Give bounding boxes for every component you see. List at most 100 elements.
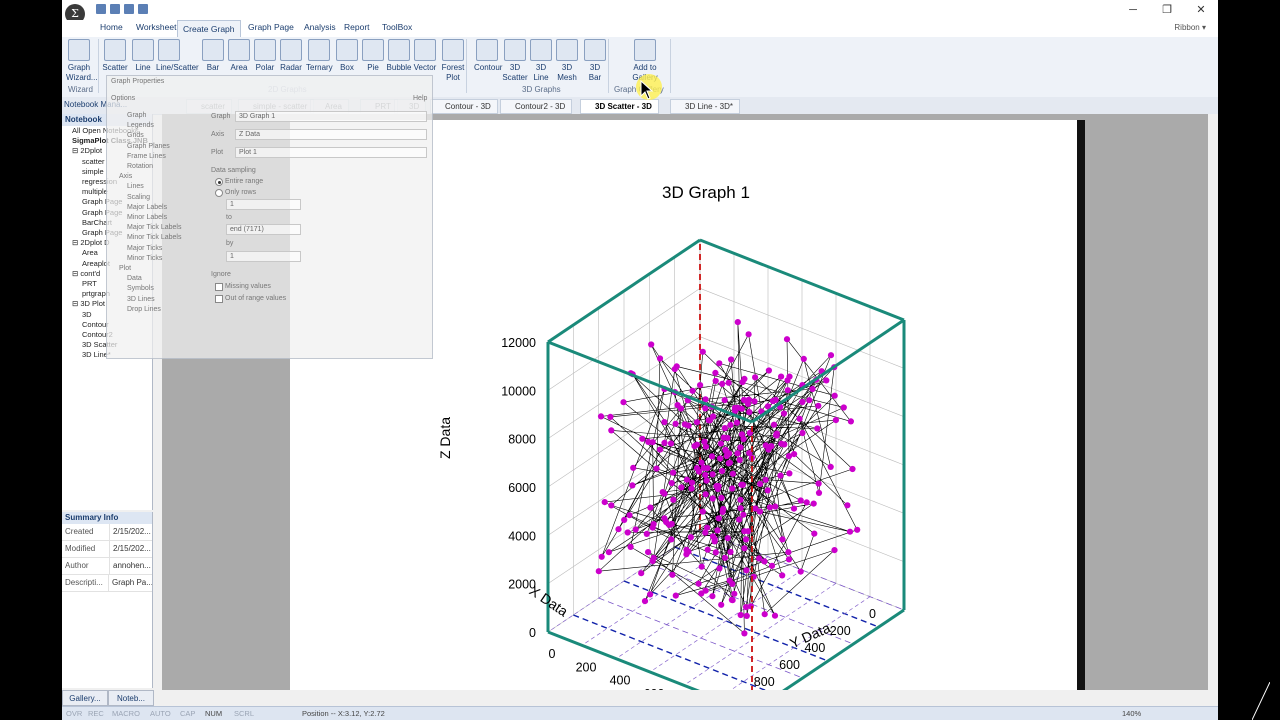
minimize-icon[interactable]: ─ — [1116, 0, 1150, 20]
ribbon-button-pie[interactable]: Pie — [360, 39, 386, 73]
dialog-category-lines[interactable]: Lines — [127, 183, 144, 190]
edge-mark — [1252, 682, 1270, 720]
by-select[interactable]: 1 — [226, 251, 301, 262]
menu-tab-toolbox[interactable]: ToolBox — [382, 22, 412, 32]
data-point — [683, 546, 690, 553]
dialog-category-grids[interactable]: Grids — [127, 132, 144, 139]
ribbon-button-3d-bar[interactable]: 3D Bar — [582, 39, 608, 83]
menu-tab-create-graph[interactable]: Create Graph — [177, 20, 241, 37]
data-point — [768, 443, 775, 450]
from-select[interactable]: 1 — [226, 199, 301, 210]
data-point — [823, 377, 830, 384]
menu-tab-analysis[interactable]: Analysis — [304, 22, 336, 32]
dialog-category-minor-labels[interactable]: Minor Labels — [127, 214, 167, 221]
dialog-category-3d-lines[interactable]: 3D Lines — [127, 296, 155, 303]
summary-value[interactable]: Graph Pa... — [109, 575, 152, 591]
pane-tab-0[interactable]: Gallery... — [62, 690, 108, 706]
data-point — [717, 455, 724, 462]
summary-row: Descripti... Graph Pa... — [62, 575, 152, 592]
dialog-category-major-ticks[interactable]: Major Ticks — [127, 245, 162, 252]
z-tick-label: 12000 — [501, 336, 536, 350]
data-point — [645, 549, 652, 556]
doc-tab-3d-line-3d[interactable]: 3D Line - 3D* — [670, 99, 741, 114]
ribbon-button-line[interactable]: Line — [130, 39, 156, 73]
ribbon-button-vector[interactable]: Vector — [412, 39, 438, 73]
dialog-category-data[interactable]: Data — [127, 275, 142, 282]
open-icon[interactable] — [110, 4, 120, 14]
help-label[interactable]: Help — [413, 95, 427, 102]
data-point — [688, 485, 695, 492]
plot-select[interactable]: Plot 1 — [235, 147, 427, 158]
data-point — [772, 396, 779, 403]
graph-select[interactable]: 3D Graph 1 — [235, 111, 427, 122]
horizontal-scrollbar[interactable] — [162, 690, 1208, 702]
ribbon-button-3d-mesh[interactable]: 3D Mesh — [554, 39, 580, 83]
doc-tab-contour-3d[interactable]: Contour - 3D — [430, 99, 498, 114]
data-point — [733, 419, 740, 426]
ribbon-option[interactable]: Ribbon ▾ — [1174, 23, 1206, 32]
dialog-category-minor-ticks[interactable]: Minor Ticks — [127, 255, 162, 262]
ribbon-button-ternary[interactable]: Ternary — [306, 39, 333, 73]
menu-tab-report[interactable]: Report — [344, 22, 370, 32]
zoom-level[interactable]: 140% — [1122, 707, 1141, 720]
out-of-range-checkbox[interactable] — [215, 295, 223, 303]
only-rows-radio[interactable] — [215, 189, 223, 197]
redo-icon[interactable] — [138, 4, 148, 14]
dialog-category-legends[interactable]: Legends — [127, 122, 154, 129]
summary-value[interactable]: 2/15/202... — [110, 524, 151, 540]
dialog-category-plot[interactable]: Plot — [119, 265, 131, 272]
ribbon-button-bar[interactable]: Bar — [200, 39, 226, 73]
graph-properties-dialog[interactable]: Graph Properties Options Help Graph Legen… — [106, 75, 433, 359]
menu-tab-worksheet[interactable]: Worksheet — [136, 22, 176, 32]
ribbon-button-contour[interactable]: Contour — [474, 39, 502, 73]
summary-value[interactable]: annohen... — [110, 558, 151, 574]
menu-tab-graph-page[interactable]: Graph Page — [248, 22, 294, 32]
doc-tab-contour2-3d[interactable]: Contour2 - 3D — [500, 99, 573, 114]
ribbon-button-box[interactable]: Box — [334, 39, 360, 73]
save-icon[interactable] — [96, 4, 106, 14]
dialog-category-drop-lines[interactable]: Drop Lines — [127, 306, 161, 313]
data-point — [781, 441, 788, 448]
axis-select[interactable]: Z Data — [235, 129, 427, 140]
ribbon-button-radar[interactable]: Radar — [278, 39, 304, 73]
ribbon-button-scatter[interactable]: Scatter — [102, 39, 128, 73]
dialog-category-scaling[interactable]: Scaling — [127, 194, 150, 201]
by-label: by — [226, 240, 234, 247]
close-icon[interactable]: ✕ — [1184, 0, 1218, 20]
ribbon-button-graph-wizard[interactable]: Graph Wizard... — [66, 39, 98, 83]
pane-tab-1[interactable]: Noteb... — [108, 690, 154, 706]
y-tick-label: 200 — [576, 660, 597, 674]
data-point — [785, 453, 793, 460]
ribbon-button-area[interactable]: Area — [226, 39, 252, 73]
doc-tab-3d-scatter-3d[interactable]: 3D Scatter - 3D — [580, 99, 659, 114]
restore-icon[interactable]: ❐ — [1150, 0, 1184, 20]
dialog-category-axis[interactable]: Axis — [119, 173, 132, 180]
ribbon-button-bubble[interactable]: Bubble — [386, 39, 412, 73]
dialog-category-graph-planes[interactable]: Graph Planes — [127, 143, 170, 150]
dialog-category-frame-lines[interactable]: Frame Lines — [127, 153, 166, 160]
missing-values-checkbox[interactable] — [215, 283, 223, 291]
summary-value[interactable]: 2/15/202... — [110, 541, 151, 557]
data-point — [809, 385, 816, 393]
menu-tab-home[interactable]: Home — [100, 22, 123, 32]
ribbon-button-line-scatter[interactable]: Line/Scatter — [156, 39, 199, 73]
chart-type-icon — [158, 39, 180, 61]
vertical-scrollbar[interactable] — [1208, 114, 1218, 690]
dialog-category-minor-tick-labels[interactable]: Minor Tick Labels — [127, 234, 181, 241]
dialog-category-major-tick-labels[interactable]: Major Tick Labels — [127, 224, 181, 231]
dialog-category-rotation[interactable]: Rotation — [127, 163, 153, 170]
options-label[interactable]: Options — [111, 95, 135, 102]
out-of-range-label: Out of range values — [225, 295, 287, 302]
entire-range-radio[interactable] — [215, 178, 223, 186]
ribbon-button-3d-line[interactable]: 3D Line — [528, 39, 554, 83]
undo-icon[interactable] — [124, 4, 134, 14]
dialog-category-major-labels[interactable]: Major Labels — [127, 204, 167, 211]
ribbon-button-forest-plot[interactable]: Forest Plot — [440, 39, 466, 83]
dialog-category-graph[interactable]: Graph — [127, 112, 146, 119]
summary-key: Created — [62, 524, 110, 540]
dialog-category-symbols[interactable]: Symbols — [127, 285, 154, 292]
page-edge — [1077, 120, 1085, 690]
to-select[interactable]: end (7171) — [226, 224, 301, 235]
ribbon-button-3d-scatter[interactable]: 3D Scatter — [502, 39, 528, 83]
ribbon-button-polar[interactable]: Polar — [252, 39, 278, 73]
